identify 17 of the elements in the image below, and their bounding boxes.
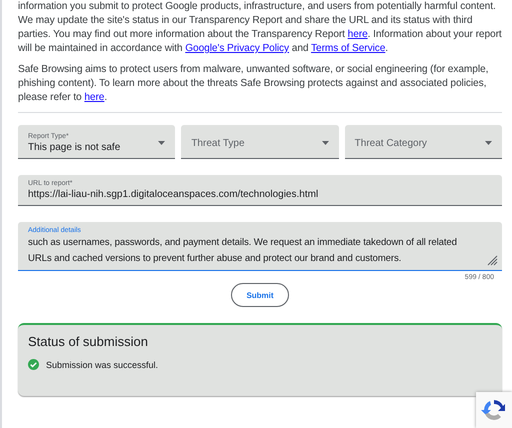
link[interactable]: here [84,92,104,103]
paragraph: information you submit to protect Google products, infrastructure, and users from potentially harmful content. We may update the site's status in our Transparency Report and share the URL and its status with third parties. You may find out more information about the Transparency Report here. Information about your report will be maintained in accordance with Google's Privacy Policy and Terms of Service. [18,0,502,56]
status-message: Submission was successful. [46,360,158,370]
recaptcha-icon [481,397,507,423]
dropdown[interactable]: Threat Category [344,125,502,159]
recaptcha-badge[interactable] [476,392,512,428]
status-title: Status of submission [28,334,149,349]
submit-button[interactable]: Submit [231,283,289,307]
link[interactable]: Google's Privacy Policy [185,43,290,54]
link[interactable]: here [348,29,368,40]
dropdown-arrow-icon [322,141,329,145]
dropdown-arrow-icon [484,141,492,145]
resize-handle-icon[interactable] [487,255,498,266]
link[interactable]: Terms of Service [311,43,386,54]
dropdown-arrow-icon [158,141,166,145]
dropdown[interactable]: Threat Type [181,125,339,159]
paragraph: Safe Browsing aims to protect users from malware, unwanted software, or social engineering (for example, phishing content). To learn more about the threats Safe Browsing protects against and associated policies, please refer to here. [18,63,490,105]
